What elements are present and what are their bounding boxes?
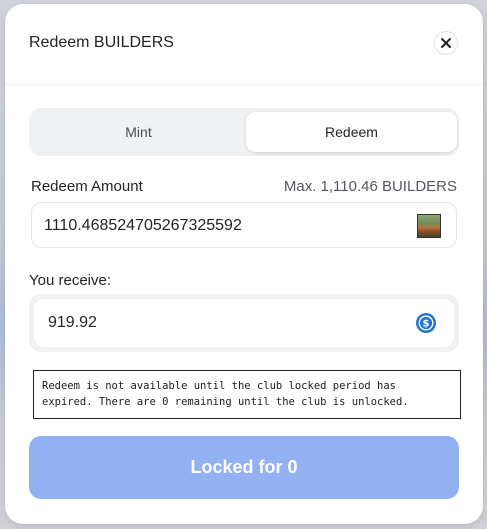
svg-text:$: $: [423, 319, 430, 330]
redeem-amount-label: Redeem Amount: [31, 178, 143, 195]
close-icon: [441, 38, 451, 48]
modal-header: Redeem BUILDERS: [5, 4, 483, 85]
receive-value: 919.92: [48, 314, 97, 331]
modal-title: Redeem BUILDERS: [29, 34, 174, 51]
tab-mint[interactable]: Mint: [33, 112, 244, 152]
locked-action-button[interactable]: Locked for 0: [29, 436, 459, 499]
builders-token-icon: [417, 214, 441, 238]
redeem-modal: Redeem BUILDERS Mint Redeem Redeem Amoun…: [5, 4, 483, 524]
notice-line-2: expired. There are 0 remaining until the…: [42, 396, 409, 408]
close-button[interactable]: [434, 31, 458, 55]
you-receive-label: You receive:: [29, 272, 112, 289]
max-amount-label[interactable]: Max. 1,110.46 BUILDERS: [284, 178, 457, 195]
redeem-unavailable-notice: Redeem is not available until the club l…: [33, 370, 461, 419]
usdc-icon: $: [416, 313, 436, 333]
receive-field-wrapper: 919.92 $: [29, 294, 459, 352]
receive-field: 919.92 $: [34, 299, 454, 347]
notice-line-1: Redeem is not available until the club l…: [42, 380, 397, 392]
mode-tabs: Mint Redeem: [29, 108, 459, 156]
tab-redeem[interactable]: Redeem: [246, 112, 457, 152]
redeem-amount-field: [31, 202, 457, 248]
redeem-amount-input[interactable]: [44, 215, 404, 237]
